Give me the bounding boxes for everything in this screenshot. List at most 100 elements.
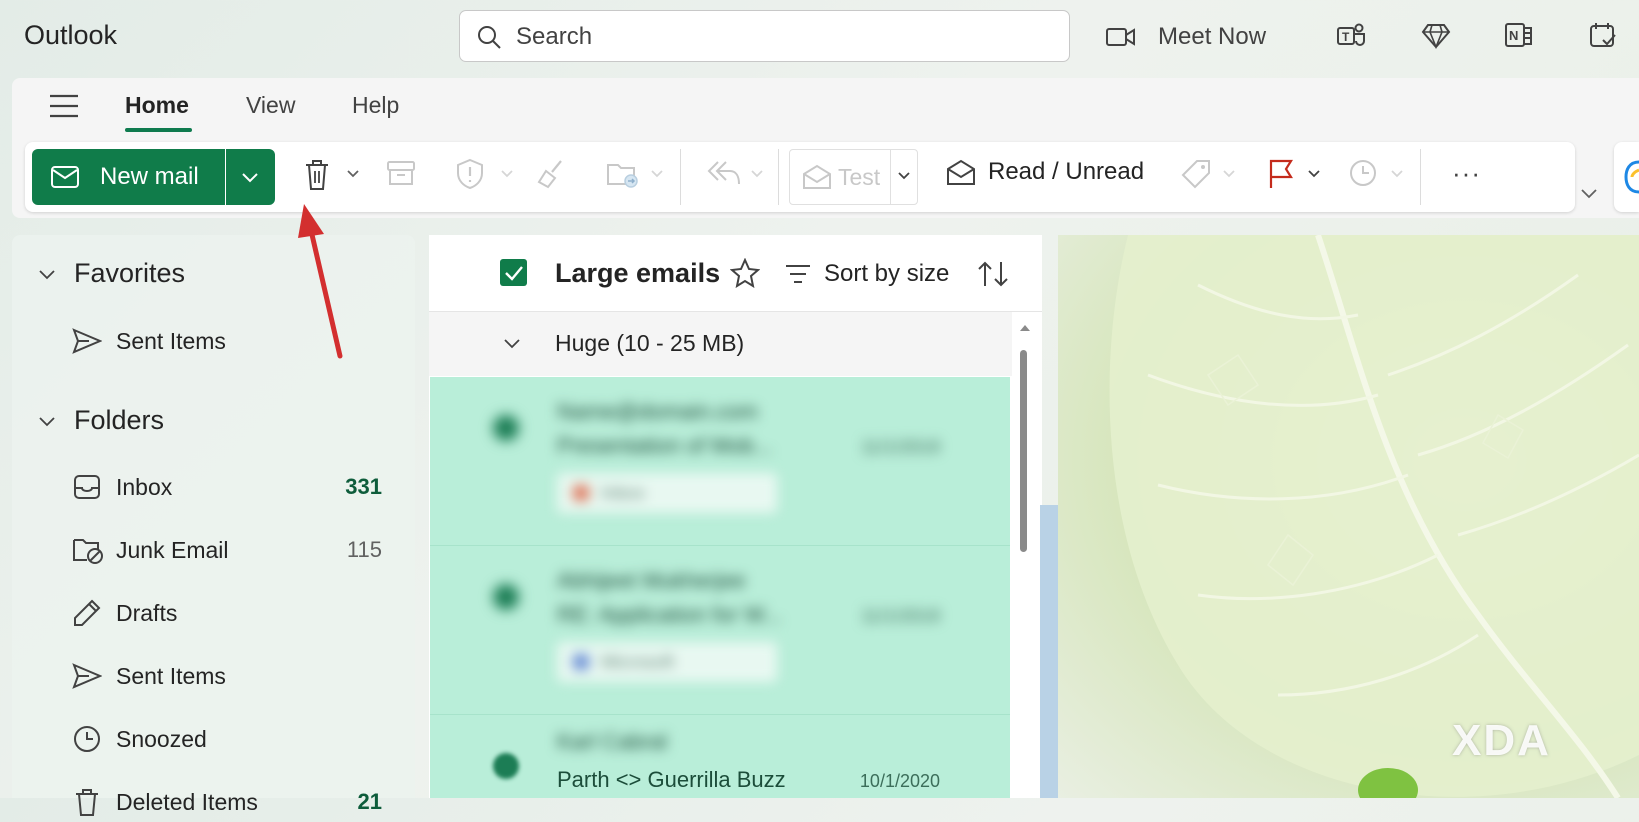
- new-mail-button[interactable]: New mail: [32, 149, 225, 205]
- message-item[interactable]: Abhijeet Mukherjee RE: Application for W…: [430, 546, 1010, 714]
- message-folder-chip: Inbox: [557, 473, 777, 513]
- split-separator: [890, 150, 891, 204]
- toolbar-separator: [1420, 149, 1421, 205]
- chevron-down-icon[interactable]: [500, 168, 514, 180]
- toolbar-separator: [680, 149, 681, 205]
- sidebar-item-label: Sent Items: [116, 327, 226, 354]
- chevron-down-icon[interactable]: [650, 168, 664, 180]
- todo-icon[interactable]: [1588, 20, 1618, 50]
- sidebar-item-sent-items[interactable]: Sent Items: [72, 656, 382, 696]
- send-icon: [72, 662, 104, 690]
- sidebar-item-label: Snoozed: [116, 725, 207, 752]
- message-item[interactable]: Karl Cabral Parth <> Guerrilla Buzz 10/1…: [430, 715, 1010, 798]
- onenote-icon[interactable]: N: [1504, 20, 1534, 50]
- scroll-up-icon[interactable]: [1019, 323, 1031, 333]
- new-mail-dropdown[interactable]: [226, 149, 275, 205]
- active-tab-indicator: [125, 128, 192, 132]
- sidebar-item-label: Drafts: [116, 599, 178, 626]
- svg-text:N: N: [1509, 28, 1518, 43]
- move-to-icon[interactable]: [606, 158, 640, 190]
- sidebar-item-label: Sent Items: [116, 662, 226, 689]
- favorites-header[interactable]: Favorites: [38, 258, 185, 289]
- send-icon: [72, 327, 104, 355]
- selection-indicator: [493, 753, 519, 779]
- sidebar-item-label: Junk Email: [116, 536, 229, 563]
- snooze-icon[interactable]: [1348, 158, 1378, 188]
- sidebar-item-drafts[interactable]: Drafts: [72, 593, 382, 633]
- premium-diamond-icon[interactable]: [1421, 20, 1451, 50]
- select-all-checkbox[interactable]: [500, 259, 527, 286]
- read-unread-label: Read / Unread: [988, 158, 1145, 185]
- read-unread-button[interactable]: Read / Unread: [946, 158, 1144, 186]
- item-count: 115: [346, 537, 382, 562]
- star-icon[interactable]: [730, 258, 760, 288]
- tab-view[interactable]: View: [246, 92, 295, 119]
- junk-icon: [72, 535, 104, 565]
- hamburger-menu-icon[interactable]: [48, 93, 80, 119]
- chevron-down-icon[interactable]: [346, 168, 360, 180]
- watermark-logo: XDA: [1452, 716, 1551, 765]
- sort-label: Sort by size: [824, 260, 950, 287]
- search-input[interactable]: Search: [459, 10, 1070, 62]
- sort-direction-icon[interactable]: [976, 260, 1010, 288]
- sweep-icon[interactable]: [536, 158, 566, 190]
- search-icon: [476, 24, 502, 50]
- chevron-down-icon[interactable]: [750, 168, 764, 180]
- chevron-down-icon[interactable]: [503, 336, 521, 350]
- message-date: 11/1/2019: [861, 606, 940, 626]
- sort-button[interactable]: Sort by size: [784, 260, 949, 288]
- chevron-down-icon: [38, 267, 56, 281]
- quick-step-label: Test: [838, 164, 881, 190]
- chevron-down-icon[interactable]: [1307, 168, 1321, 180]
- new-mail-label: New mail: [100, 163, 199, 190]
- group-label: Huge (10 - 25 MB): [555, 330, 745, 356]
- expand-ribbon-icon[interactable]: [1580, 186, 1598, 200]
- message-sender: Karl Cabral: [557, 729, 668, 754]
- archive-icon[interactable]: [386, 158, 416, 188]
- message-subject: RE: Application for W...: [557, 602, 782, 627]
- annotation-arrow-icon: [298, 200, 348, 360]
- unread-count: 331: [345, 474, 382, 499]
- meet-now-button[interactable]: Meet Now: [1106, 18, 1266, 56]
- report-icon[interactable]: [455, 158, 485, 190]
- tab-help[interactable]: Help: [352, 92, 399, 119]
- sidebar-item-snoozed[interactable]: Snoozed: [72, 719, 382, 759]
- tab-home[interactable]: Home: [125, 92, 189, 119]
- message-sender: Name@domain.com: [557, 399, 758, 424]
- chevron-down-icon: [242, 173, 258, 183]
- addin-panel[interactable]: [1614, 142, 1639, 212]
- inbox-icon: [72, 473, 104, 501]
- delete-icon[interactable]: [302, 158, 332, 192]
- delete-icon: [72, 787, 104, 817]
- teams-icon[interactable]: T: [1336, 20, 1366, 50]
- quick-step-test-button[interactable]: Test: [789, 149, 918, 205]
- folders-title: Folders: [74, 405, 165, 435]
- message-date: 11/1/2019: [861, 437, 940, 457]
- clock-icon: [72, 724, 104, 754]
- folders-header[interactable]: Folders: [38, 405, 164, 436]
- selection-indicator: [493, 584, 519, 610]
- pencil-icon: [72, 598, 104, 628]
- sidebar-item-inbox[interactable]: Inbox 331: [72, 467, 382, 507]
- message-sender: Abhijeet Mukherjee: [557, 568, 746, 593]
- selection-indicator: [493, 415, 519, 441]
- scrollbar-thumb[interactable]: [1020, 350, 1027, 552]
- checkmark-icon: [505, 266, 523, 281]
- chevron-down-icon[interactable]: [897, 170, 911, 182]
- search-placeholder: Search: [516, 23, 593, 50]
- flag-icon[interactable]: [1266, 158, 1296, 190]
- more-options-button[interactable]: ···: [1452, 158, 1481, 189]
- sidebar-item-deleted-items[interactable]: Deleted Items 21: [72, 782, 382, 822]
- mail-open-icon: [946, 158, 976, 186]
- reply-all-icon[interactable]: [706, 158, 742, 188]
- chevron-down-icon[interactable]: [1222, 168, 1236, 180]
- chevron-down-icon[interactable]: [1390, 168, 1404, 180]
- folder-pane: [12, 235, 415, 798]
- sidebar-item-junk-email[interactable]: Junk Email 115: [72, 530, 382, 570]
- tag-icon[interactable]: [1180, 158, 1212, 190]
- app-title: Outlook: [24, 20, 118, 50]
- mail-icon: [50, 165, 80, 189]
- message-item[interactable]: Name@domain.com Presentation of Mob... 1…: [430, 377, 1010, 545]
- sidebar-item-label: Inbox: [116, 473, 173, 500]
- video-camera-icon: [1106, 26, 1136, 48]
